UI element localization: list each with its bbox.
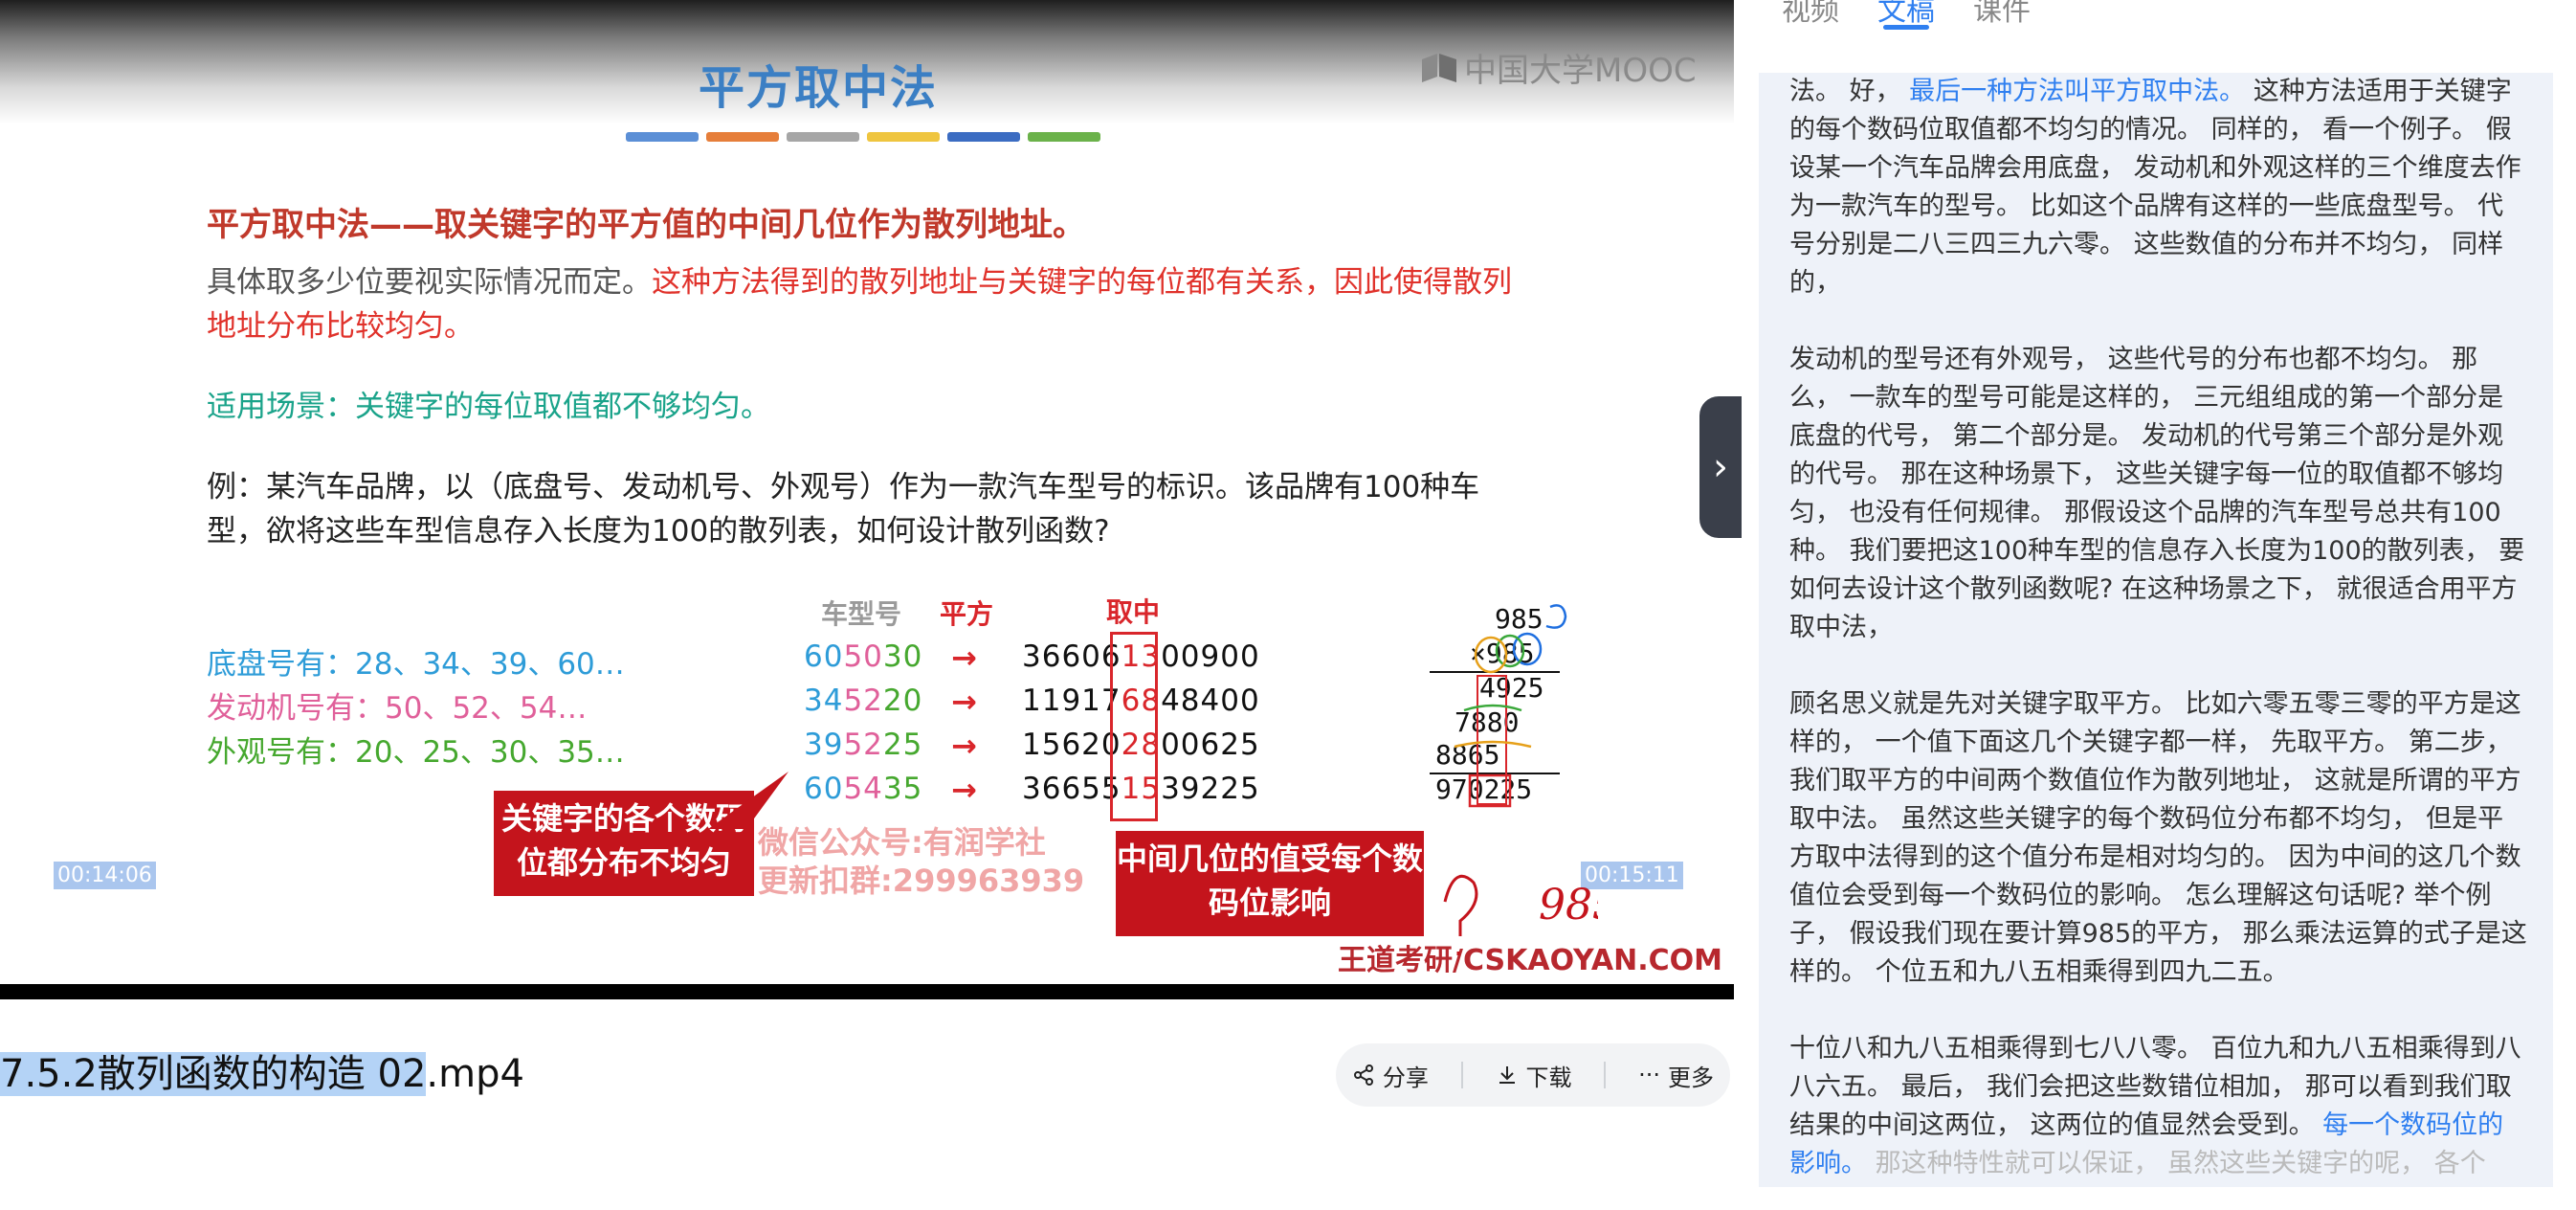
transcript-paragraph: 顾名思义就是先对关键字取平方。 比如六零五零三零的平方是这样的， 一个值下面这几… [1789,689,2527,987]
scenario-text: 适用场景：关键字的每位取值都不够均匀。 [207,390,770,424]
chevron-right-icon: › [1713,445,1728,489]
arrow-icon: → [951,683,977,720]
title-color-bar [867,132,940,142]
model-code-part: 25 [882,728,923,762]
video-filename: 7.5.2散列函数的构造 02.mp4 [0,1047,524,1101]
squared-value-part: 11917 [1022,683,1121,718]
transcript-paragraph: 十位八和九八五相乘得到七八八零。 百位九和九八五相乘得到八八六五。 最后， 我们… [1789,1030,2528,1183]
model-code-part: 20 [882,683,923,718]
title-color-bar [1028,132,1100,142]
share-button[interactable]: 分享 [1352,1059,1429,1092]
example-text: 例：某汽车品牌，以（底盘号、发动机号、外观号）作为一款汽车型号的标识。该品牌有1… [207,470,1480,549]
transcript-current-sentence[interactable]: 最后一种方法叫平方取中法。 [1909,77,2245,106]
handwritten-985-squared: 985² [1539,881,1598,930]
mooc-logo-text: 中国大学MOOC [1464,52,1697,90]
mooc-logo: 中国大学MOOC [1420,44,1697,91]
calc-line-4: 7880 [1455,706,1519,738]
title-color-bar [787,132,859,142]
tab-courseware[interactable]: 课件 [1973,0,2031,29]
squared-value-part: 15620 [1022,728,1121,762]
title-color-bar [947,132,1020,142]
squared-value-part: 39225 [1161,772,1260,806]
more-button[interactable]: ··· 更多 [1638,1059,1714,1092]
model-code-part: 60 [804,639,844,674]
model-code: 345220 [804,683,922,718]
model-code-part: 50 [843,639,883,674]
middle-digits-box [1110,632,1158,821]
share-icon [1353,1064,1373,1086]
panel-tabs: 视频 文稿 课件 [1782,0,2031,30]
arrow-icon: → [951,728,977,764]
explanation-text: 具体取多少位要视实际情况而定。这种方法得到的散列地址与关键字的每位都有关系，因此… [207,260,1527,348]
slide-title: 平方取中法 [698,61,938,115]
row-label: 外观号有：20、25、30、35… [207,735,625,770]
chapter-time-left[interactable]: 00:14:06 [54,862,156,889]
transcript-text: 这种方法适用于关键字的每个数码位取值都不均匀的情况。 同样的， 看一个例子。 假… [1789,77,2521,298]
transcript-text: 法。 好， [1789,77,1910,106]
mooc-logo-icon [1420,52,1458,84]
header-model: 车型号 [821,598,902,630]
header-square: 平方 [940,598,994,630]
more-dots-icon: ··· [1638,1062,1661,1088]
handwritten-calculation: 985 ×985 4925 7880 8865 970225 985² [1430,603,1598,955]
action-bar: 分享 下载 ··· 更多 [1336,1043,1730,1107]
squared-value-part: 36655 [1022,772,1121,806]
video-player[interactable]: 平方取中法 中国大学MOOC 平方取中法——取关键字的平方值的中间几位作为散列地… [0,0,1734,999]
model-code: 605030 [804,639,922,674]
divider [1604,1062,1607,1088]
squared-value-part: 36606 [1022,639,1121,674]
model-code-part: 39 [804,728,844,762]
arrow-icon: → [951,639,977,676]
definition-text: 平方取中法——取关键字的平方值的中间几位作为散列地址。 [207,206,1085,244]
transcript-paragraph: 发动机的型号还有外观号， 这些代号的分布也都不均匀。 那么， 一款车的型号可能是… [1789,345,2525,642]
title-color-bars [626,132,1100,142]
title-color-bar [706,132,779,142]
explanation-plain: 具体取多少位要视实际情况而定。 [207,265,652,300]
download-button[interactable]: 下载 [1496,1059,1572,1092]
transcript-upcoming-text: 那这种特性就可以保证， 虽然这些关键字的呢， 各个 [1867,1149,2486,1178]
transcript-panel[interactable]: 法。 好， 最后一种方法叫平方取中法。 这种方法适用于关键字的每个数码位取值都不… [1759,73,2553,1187]
calc-line-1: 985 [1495,603,1543,635]
transcript-paragraph: 法。 好， 最后一种方法叫平方取中法。 这种方法适用于关键字的每个数码位取值都不… [1789,73,2528,302]
video-bottom-bar [0,984,1734,999]
tab-transcript[interactable]: 文稿 [1877,0,1935,30]
calc-line-6: 970225 [1435,773,1532,805]
download-icon [1499,1066,1515,1084]
model-code-part: 52 [843,683,883,718]
model-code-part: 35 [882,772,923,806]
title-color-bar [626,132,699,142]
more-label: 更多 [1668,1064,1715,1091]
download-label: 下载 [1525,1064,1572,1091]
model-code-part: 52 [843,728,883,762]
watermark-qq: 更新扣群:299963939 [758,863,1085,899]
share-label: 分享 [1382,1064,1429,1091]
watermark-wechat: 微信公众号:有润学社 [758,824,1046,861]
divider [1460,1062,1463,1088]
header-middle: 取中 [1106,596,1161,628]
model-code-part: 54 [843,772,883,806]
squared-value-part: 48400 [1161,683,1260,718]
filename-extension: .mp4 [426,1052,524,1096]
model-code: 605435 [804,772,922,806]
row-label: 发动机号有：50、52、54… [207,691,588,726]
model-code: 395225 [804,728,922,762]
callout-middle-influence: 中间几位的值受每个数码位影响 [1116,831,1424,936]
filename-selected: 7.5.2散列函数的构造 02 [0,1052,427,1096]
expand-panel-button[interactable]: › [1699,396,1742,538]
squared-value-part: 00625 [1161,728,1260,762]
model-code-part: 34 [804,683,844,718]
squared-value-part: 00900 [1161,639,1260,674]
model-code-part: 60 [804,772,844,806]
callout-pointer [708,772,788,829]
model-code-part: 30 [882,639,923,674]
row-label: 底盘号有：28、34、39、60… [207,647,625,682]
callout-middle-text: 中间几位的值受每个数码位影响 [1116,840,1423,921]
arrow-icon: → [951,772,977,808]
tab-video[interactable]: 视频 [1782,0,1839,29]
